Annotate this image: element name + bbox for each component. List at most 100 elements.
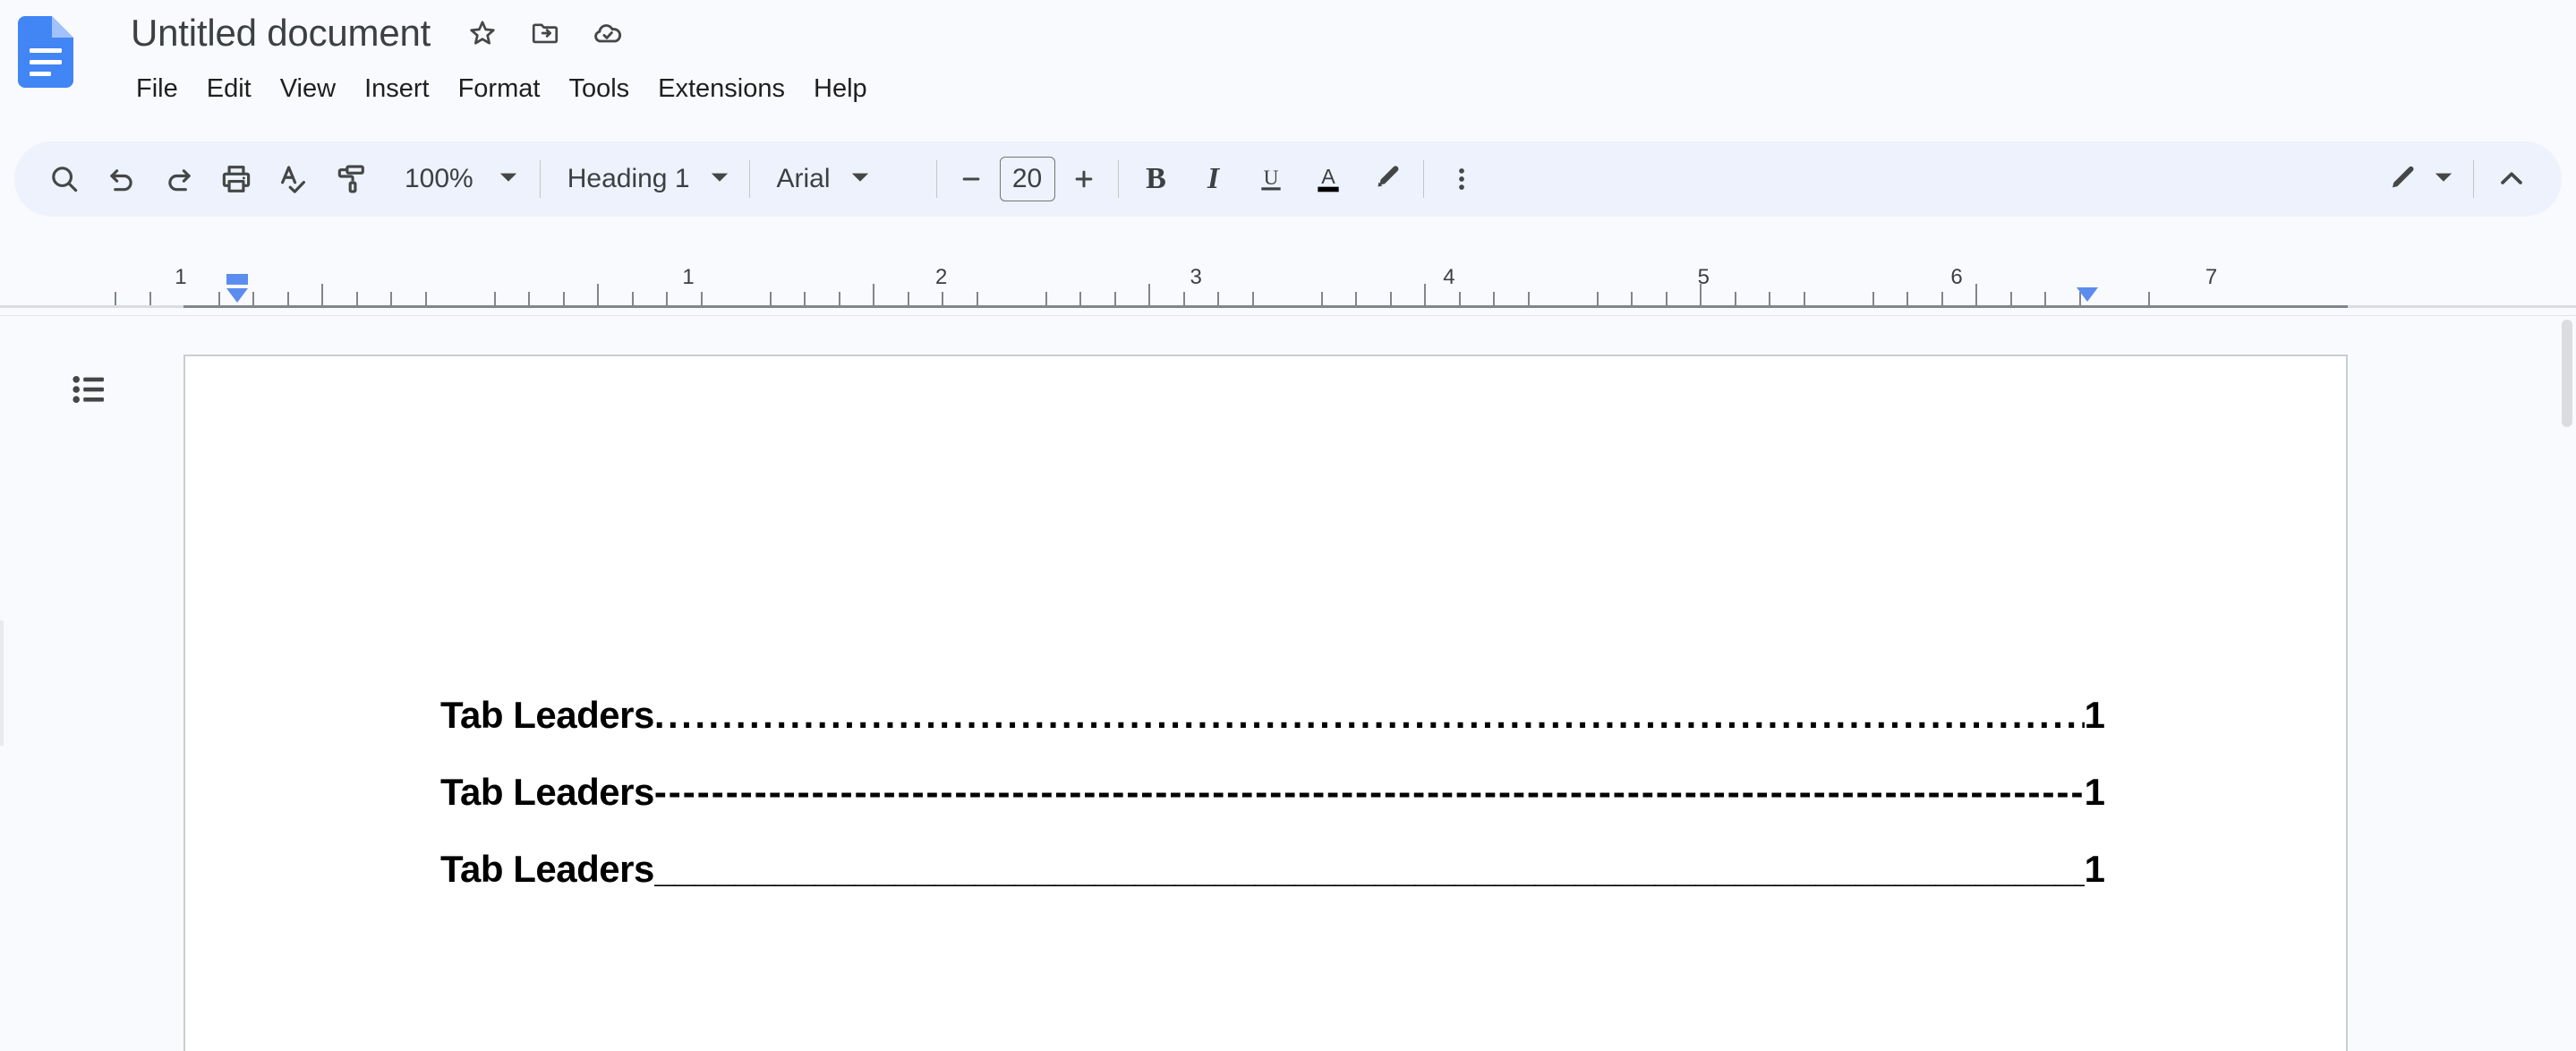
chevron-down-icon	[2434, 167, 2453, 192]
text-color-button[interactable]: A	[1303, 154, 1353, 204]
document-title[interactable]: Untitled document	[125, 10, 436, 56]
document-line-1[interactable]: Tab Leaders ............................…	[440, 696, 2105, 734]
ruler-tick	[838, 292, 840, 305]
toolbar-divider	[1422, 160, 1424, 198]
font-family-value: Arial	[776, 164, 831, 193]
ruler-number: 2	[935, 265, 948, 289]
ruler-tick	[1458, 292, 1461, 305]
more-vertical-icon[interactable]	[1437, 154, 1487, 204]
menu-item-extensions[interactable]: Extensions	[644, 71, 799, 107]
title-action-icons	[465, 15, 626, 51]
ruler-number: 1	[682, 265, 695, 289]
ruler-tick	[286, 292, 289, 305]
chevron-down-icon	[499, 167, 518, 192]
ruler-tick	[804, 292, 806, 305]
menu-item-view[interactable]: View	[266, 71, 350, 107]
menu-bar: File Edit View Insert Format Tools Exten…	[122, 68, 882, 109]
line-3-page-number: 1	[2084, 848, 2105, 890]
font-size-input[interactable]: 20	[999, 157, 1055, 201]
ruler-tick	[1148, 284, 1150, 305]
menu-item-edit[interactable]: Edit	[192, 71, 266, 107]
bold-label: B	[1146, 162, 1166, 195]
bold-button[interactable]: B	[1131, 154, 1181, 204]
ruler-tick	[666, 292, 668, 305]
ruler-tick	[1975, 284, 1977, 305]
line-2-leader: ----------------------------------------…	[653, 773, 2085, 811]
ruler-number: 7	[2205, 265, 2218, 289]
ruler-tick	[769, 292, 772, 305]
move-to-folder-icon[interactable]	[527, 15, 563, 51]
svg-text:A: A	[1321, 165, 1335, 188]
right-indent-marker[interactable]	[2072, 286, 2103, 308]
ruler-tick	[149, 292, 151, 305]
app-header: Untitled document File Edit View Insert …	[0, 0, 2576, 136]
ruler-tick	[597, 284, 599, 305]
line-3-text: Tab Leaders	[440, 848, 654, 890]
ruler-tick	[1045, 292, 1047, 305]
ruler-tick	[976, 292, 978, 305]
line-2-page-number: 1	[2084, 771, 2105, 813]
menu-item-file[interactable]: File	[122, 71, 192, 107]
show-outline-button[interactable]	[55, 357, 124, 425]
editing-mode-control[interactable]	[2369, 150, 2461, 208]
line-1-page-number: 1	[2084, 694, 2105, 736]
ruler-tick	[1527, 292, 1530, 305]
ruler-tick	[1251, 292, 1254, 305]
menu-item-help[interactable]: Help	[799, 71, 882, 107]
decrease-font-size-button[interactable]	[950, 158, 993, 201]
ruler-number: 4	[1443, 265, 1455, 289]
menu-item-insert[interactable]: Insert	[350, 71, 444, 107]
star-icon[interactable]	[465, 15, 500, 51]
highlighter-icon[interactable]	[1361, 154, 1411, 204]
chevron-up-icon[interactable]	[2486, 154, 2537, 204]
docs-logo-icon[interactable]	[18, 16, 73, 88]
paragraph-style-dropdown[interactable]: Heading 1	[553, 158, 737, 200]
main-toolbar: 100% Heading 1 Arial 20 B I U A	[14, 141, 2562, 217]
ruler-tick	[1665, 292, 1668, 305]
line-3-leader: ________________________________________…	[653, 850, 2085, 888]
menu-item-format[interactable]: Format	[444, 71, 555, 107]
zoom-control[interactable]: 100%	[392, 158, 527, 200]
increase-font-size-button[interactable]	[1062, 158, 1105, 201]
toolbar-divider	[1117, 160, 1119, 198]
italic-button[interactable]: I	[1189, 154, 1239, 204]
undo-icon[interactable]	[97, 154, 147, 204]
toolbar-divider	[935, 160, 937, 198]
cloud-saved-icon[interactable]	[590, 15, 626, 51]
ruler-tick	[1493, 292, 1495, 305]
left-indent-marker[interactable]	[222, 274, 252, 311]
ruler-tick	[2147, 292, 2150, 305]
ruler-tick	[321, 284, 323, 305]
document-body[interactable]: Tab Leaders ............................…	[440, 696, 2105, 888]
underline-button[interactable]: U	[1246, 154, 1296, 204]
paragraph-style-value: Heading 1	[567, 164, 690, 193]
zoom-level: 100%	[405, 164, 473, 193]
google-docs-app: Untitled document File Edit View Insert …	[0, 0, 2576, 1051]
ruler-tick	[942, 292, 943, 305]
ruler-tick	[424, 292, 427, 305]
document-ruler[interactable]: 1 1 2 3 4 5 6 7	[0, 265, 2576, 315]
paint-format-icon[interactable]	[326, 154, 376, 204]
redo-icon[interactable]	[154, 154, 204, 204]
ruler-tick	[2044, 292, 2046, 305]
ruler-tick	[631, 292, 634, 305]
document-line-2[interactable]: Tab Leaders ----------------------------…	[440, 773, 2105, 811]
edit-pencil-icon[interactable]	[2376, 154, 2427, 204]
ruler-tick	[355, 292, 358, 305]
ruler-number: 3	[1190, 265, 1202, 289]
search-icon[interactable]	[39, 154, 90, 204]
ruler-tick	[493, 292, 496, 305]
chevron-down-icon	[850, 167, 870, 192]
document-page[interactable]: Tab Leaders ............................…	[183, 355, 2348, 1051]
spellcheck-icon[interactable]	[269, 154, 319, 204]
ruler-tick	[1079, 292, 1081, 305]
document-line-3[interactable]: Tab Leaders ____________________________…	[440, 850, 2105, 888]
ruler-tick	[562, 292, 565, 305]
vertical-scrollbar[interactable]	[2562, 320, 2572, 427]
menu-item-tools[interactable]: Tools	[554, 71, 644, 107]
ruler-tick	[1596, 292, 1599, 305]
ruler-tick	[2009, 292, 2012, 305]
font-family-dropdown[interactable]: Arial	[763, 158, 924, 200]
print-icon[interactable]	[211, 154, 261, 204]
toolbar-divider	[2473, 160, 2474, 198]
